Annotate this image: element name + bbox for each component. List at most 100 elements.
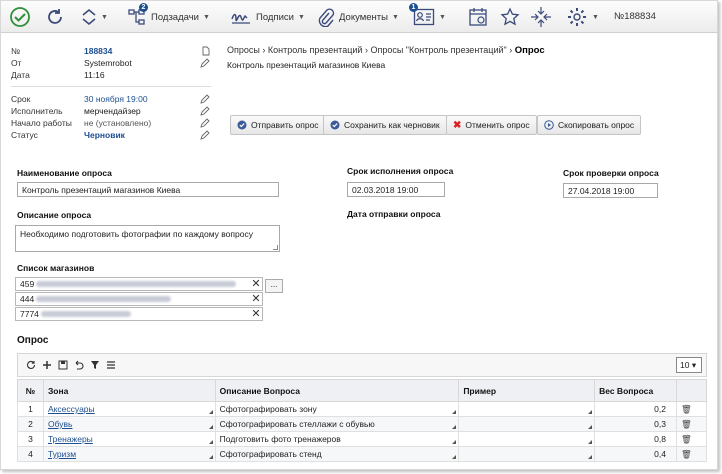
subtasks-menu[interactable]: 2 Подзадачи ▼ xyxy=(127,3,210,29)
gear-icon xyxy=(568,8,586,26)
task-status: Черновик xyxy=(84,130,125,140)
task-executor: мерчендайзер xyxy=(84,106,141,116)
task-number: 188834 xyxy=(84,46,113,56)
add-icon[interactable] xyxy=(42,360,52,372)
send-survey-label: Отправить опрос xyxy=(251,120,319,130)
column-header-example[interactable]: Пример xyxy=(458,379,596,402)
notes-menu[interactable]: 1 ▼ xyxy=(409,3,446,29)
chevron-down-icon: ▼ xyxy=(101,13,108,21)
table-row[interactable]: 2 Обувь Сфотографировать стеллажи с обув… xyxy=(17,416,707,432)
zone-link[interactable]: Туризм xyxy=(48,449,76,459)
cancel-survey-label: Отменить опрос xyxy=(465,120,530,130)
cancel-survey-button[interactable]: ✖ Отменить опрос xyxy=(446,115,537,135)
task-date: 11:16 xyxy=(84,70,105,80)
survey-description-text: Необходимо подготовить фотографии по каж… xyxy=(20,229,253,239)
trash-icon[interactable]: 🗑 xyxy=(681,449,692,459)
column-header-description[interactable]: Описание Вопроса xyxy=(214,379,460,402)
row-number: 4 xyxy=(17,446,44,462)
description-cell[interactable]: Сфотографировать зону xyxy=(214,401,460,417)
send-survey-button[interactable]: Отправить опрос xyxy=(230,115,326,135)
description-cell[interactable]: Сфотографировать стеллажи с обувью xyxy=(214,416,460,432)
deadline-label: Срок xyxy=(11,94,31,104)
undo-icon[interactable] xyxy=(74,360,84,372)
page-size-select[interactable]: 10 ▾ xyxy=(676,357,702,373)
remove-store-button[interactable]: ✕ xyxy=(251,292,261,305)
deadline-input[interactable]: 02.03.2018 19:00 xyxy=(347,182,445,197)
number-label: № xyxy=(11,46,21,56)
column-header-weight[interactable]: Вес Вопроса xyxy=(594,379,677,402)
column-header-zone[interactable]: Зона xyxy=(42,379,216,402)
zone-cell[interactable]: Туризм xyxy=(42,446,216,462)
signatures-menu[interactable]: Подписи ▼ xyxy=(230,5,305,29)
survey-description-input[interactable]: Необходимо подготовить фотографии по каж… xyxy=(15,225,280,252)
check-circle-icon xyxy=(330,120,340,130)
weight-cell[interactable]: 0,4 xyxy=(594,446,677,462)
documents-menu[interactable]: Документы ▼ xyxy=(317,5,399,29)
table-row[interactable]: 3 Тренажеры Подготовить фото тренажеров … xyxy=(17,431,707,447)
documents-label: Документы xyxy=(339,11,388,23)
pencil-icon[interactable] xyxy=(200,130,210,142)
survey-name-input[interactable]: Контроль презентаций магазинов Киева xyxy=(17,182,279,197)
table-row[interactable]: 1 Аксессуары Сфотографировать зону 0,2 🗑 xyxy=(17,401,707,417)
resize-handle[interactable] xyxy=(273,245,278,250)
zone-link[interactable]: Обувь xyxy=(48,419,73,429)
description-cell[interactable]: Подготовить фото тренажеров xyxy=(214,431,460,447)
breadcrumb-item[interactable]: Контроль презентаций xyxy=(268,45,363,55)
refresh-icon[interactable] xyxy=(26,360,36,372)
collapse-icon[interactable] xyxy=(530,5,552,29)
zone-cell[interactable]: Тренажеры xyxy=(42,431,216,447)
example-cell[interactable] xyxy=(458,431,596,447)
trash-icon[interactable]: 🗑 xyxy=(681,419,692,429)
document-number: №188834 xyxy=(614,11,656,22)
calendar-icon[interactable] xyxy=(468,5,488,29)
save-icon[interactable] xyxy=(58,360,68,372)
menu-icon[interactable] xyxy=(106,360,116,372)
complete-icon[interactable] xyxy=(9,5,31,29)
breadcrumb-item[interactable]: Опросы "Контроль презентаций" xyxy=(370,45,506,55)
breadcrumb-separator: › xyxy=(364,45,368,55)
select-stores-button[interactable]: ... xyxy=(265,279,283,293)
store-code: 459 xyxy=(20,279,35,289)
trash-icon[interactable]: 🗑 xyxy=(681,404,692,414)
store-code: 7774 xyxy=(20,309,39,319)
task-start: не (установлено) xyxy=(84,118,152,128)
priority-dropdown[interactable]: ▼ xyxy=(81,5,108,29)
chevron-down-icon: ▼ xyxy=(202,13,210,21)
zone-link[interactable]: Тренажеры xyxy=(48,434,93,444)
deadline-label: Срок исполнения опроса xyxy=(347,166,454,176)
example-cell[interactable] xyxy=(458,446,596,462)
zone-link[interactable]: Аксессуары xyxy=(48,404,95,414)
refresh-icon[interactable] xyxy=(45,5,65,29)
trash-icon[interactable]: 🗑 xyxy=(681,434,692,444)
settings-menu[interactable]: ▼ xyxy=(566,5,599,29)
paperclip-icon xyxy=(318,8,335,27)
column-header-number[interactable]: № xyxy=(17,379,44,402)
delete-cell: 🗑 xyxy=(676,446,707,462)
star-icon[interactable] xyxy=(500,5,520,29)
filter-icon[interactable] xyxy=(90,360,100,372)
breadcrumb-separator: › xyxy=(262,45,266,55)
copy-survey-button[interactable]: Скопировать опрос xyxy=(537,115,642,135)
weight-cell[interactable]: 0,3 xyxy=(594,416,677,432)
example-cell[interactable] xyxy=(458,401,596,417)
zone-cell[interactable]: Аксессуары xyxy=(42,401,216,417)
weight-cell[interactable]: 0,2 xyxy=(594,401,677,417)
survey-table: № Зона Описание Вопроса Пример Вес Вопро… xyxy=(17,379,707,462)
survey-description-label: Описание опроса xyxy=(17,210,92,220)
save-draft-button[interactable]: Сохранить как черновик xyxy=(323,115,447,135)
check-deadline-label: Срок проверки опроса xyxy=(563,168,659,178)
weight-cell[interactable]: 0,8 xyxy=(594,431,677,447)
chevron-down-icon: ▼ xyxy=(391,13,399,21)
remove-store-button[interactable]: ✕ xyxy=(251,307,261,320)
delete-cell: 🗑 xyxy=(676,416,707,432)
remove-store-button[interactable]: ✕ xyxy=(251,277,261,290)
divider xyxy=(11,81,211,87)
zone-cell[interactable]: Обувь xyxy=(42,416,216,432)
task-author: Systemrobot xyxy=(84,58,132,68)
survey-section-title: Опрос xyxy=(17,335,49,346)
example-cell[interactable] xyxy=(458,416,596,432)
breadcrumb-item[interactable]: Опросы xyxy=(227,45,260,55)
check-deadline-input[interactable]: 27.04.2018 19:00 xyxy=(563,183,658,198)
description-cell[interactable]: Сфотографировать стенд xyxy=(214,446,460,462)
table-row[interactable]: 4 Туризм Сфотографировать стенд 0,4 🗑 xyxy=(17,446,707,462)
